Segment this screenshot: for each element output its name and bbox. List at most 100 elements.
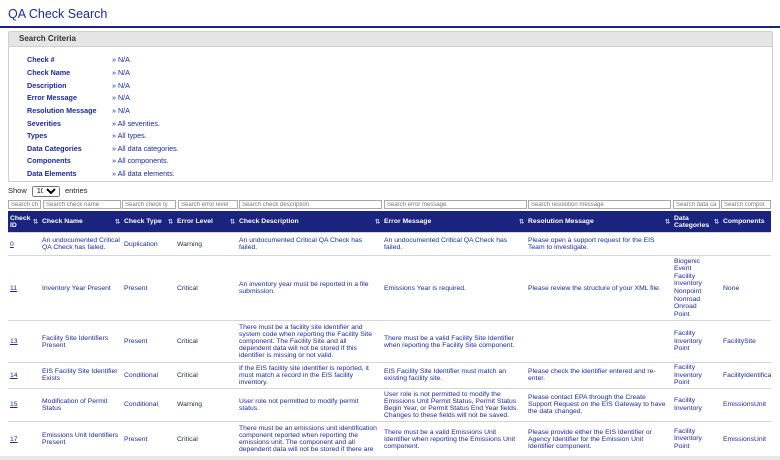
cell-desc: If the EIS facility site identifier is r… — [237, 362, 382, 389]
category-item: Nonroad — [674, 295, 701, 303]
show-label: Show — [8, 186, 27, 195]
cell-level: Critical — [175, 362, 237, 389]
entries-per-page-select[interactable]: 10 — [31, 186, 60, 197]
cell-level: Warning — [175, 387, 237, 422]
cell-comp — [721, 232, 771, 256]
category-item: Inventory — [674, 280, 702, 288]
table-row[interactable]: 14 EIS Facility Site Identifier Exists Con… — [8, 362, 771, 389]
category-item: Onroad — [674, 303, 697, 311]
header-label: Resolution Message — [528, 218, 594, 225]
cell-id: 11 — [8, 255, 40, 321]
cell-res: Please open a support request for the EI… — [526, 232, 672, 256]
sort-icon[interactable]: ⇅ — [519, 218, 524, 225]
th-components[interactable]: Components — [721, 211, 771, 233]
cell-type: Present — [122, 420, 175, 457]
table-row[interactable]: 17 Emissions Unit Identifiers Present Pres… — [8, 420, 771, 457]
sort-icon[interactable]: ⇅ — [168, 218, 173, 225]
cell-err: User role is not permitted to modify the… — [382, 387, 526, 422]
error-level-filter[interactable] — [178, 200, 238, 209]
cell-desc: An undocumented Critical QA Check has fa… — [237, 232, 382, 256]
cell-desc: There must be a facility site identifier… — [237, 320, 382, 363]
cell-type: Present — [122, 255, 175, 321]
cell-name: Emissions Unit Identifiers Present — [40, 420, 122, 457]
cell-cats: Facility Inventory Point — [672, 320, 721, 363]
check-type-filter[interactable] — [122, 200, 176, 209]
cell-name: Facility Site Identifiers Present — [40, 320, 122, 363]
check-description-filter[interactable] — [239, 200, 382, 209]
page-length-control: Show 10 entries — [8, 185, 87, 197]
criteria-label: Check Name — [27, 68, 71, 77]
title-divider — [0, 26, 780, 28]
category-item: Event — [674, 265, 692, 273]
criteria-value: » All data categories. — [112, 144, 179, 153]
cell-level: Critical — [175, 320, 237, 363]
check-id-link[interactable]: 15 — [10, 401, 18, 408]
check-id-link[interactable]: 14 — [10, 372, 18, 379]
check-id-link[interactable]: 0 — [10, 241, 14, 248]
components-filter[interactable] — [721, 200, 771, 209]
data-categories-filter[interactable] — [673, 200, 720, 209]
sort-icon[interactable]: ⇅ — [230, 218, 235, 225]
th-error-level[interactable]: Error Level ⇅ — [175, 211, 237, 233]
table-row[interactable]: 0 An undocumented Critical QA Check has f… — [8, 232, 771, 256]
cell-level: Warning — [175, 232, 237, 256]
th-check-name[interactable]: Check Name ⇅ — [40, 211, 122, 233]
th-check-description[interactable]: Check Description ⇅ — [237, 211, 382, 233]
table-row[interactable]: 11 Inventory Year Present Present Critical A… — [8, 255, 771, 321]
check-id-link[interactable]: 13 — [10, 338, 18, 345]
search-criteria-header: Search Criteria — [9, 32, 772, 47]
header-label: Check Description — [239, 218, 299, 225]
cell-id: 17 — [8, 420, 40, 457]
th-data-categories[interactable]: Data Categories ⇅ — [672, 211, 721, 233]
category-item: Facility — [674, 272, 696, 280]
search-criteria-panel: Search Criteria Check # » N/A Check Name » … — [8, 31, 773, 182]
table-row[interactable]: 13 Facility Site Identifiers Present Prese… — [8, 320, 771, 363]
criteria-value: » All data elements. — [112, 169, 175, 178]
th-error-message[interactable]: Error Message ⇅ — [382, 211, 526, 233]
check-name-filter[interactable] — [43, 200, 121, 209]
table-row[interactable]: 15 Modification of Permit Status Condition… — [8, 387, 771, 422]
sort-icon[interactable]: ⇅ — [33, 218, 38, 225]
cell-res: Please provide either the EIS Identifier… — [526, 420, 672, 457]
horizontal-scrollbar[interactable] — [0, 456, 780, 460]
check-id-link[interactable]: 17 — [10, 436, 18, 443]
sort-icon[interactable]: ⇅ — [665, 218, 670, 225]
page-title: QA Check Search — [8, 7, 108, 21]
cell-desc: An inventory year must be reported in a … — [237, 255, 382, 321]
criteria-label: Data Elements — [27, 169, 77, 178]
cell-name: An undocumented Critical QA Check has fa… — [40, 232, 122, 256]
cell-err: There must be a valid Emissions Unit Ide… — [382, 420, 526, 457]
cell-err: Emissions Year is required. — [382, 255, 526, 321]
resolution-message-filter[interactable] — [528, 200, 671, 209]
sort-icon[interactable]: ⇅ — [714, 218, 719, 225]
category-item: Point — [674, 442, 690, 450]
cell-id: 13 — [8, 320, 40, 363]
cell-cats — [672, 232, 721, 256]
criteria-label: Resolution Message — [27, 106, 97, 115]
cell-err: There must be a valid Facility Site Iden… — [382, 320, 526, 363]
th-check-type[interactable]: Check Type ⇅ — [122, 211, 175, 233]
cell-res: Please check the identifier entered and … — [526, 362, 672, 389]
cell-level: Critical — [175, 420, 237, 457]
header-label: Error Message — [384, 218, 432, 225]
check-id-link[interactable]: 11 — [10, 285, 17, 292]
th-check-id[interactable]: Check ID ⇅ — [8, 211, 40, 233]
criteria-value: » All types. — [112, 131, 147, 140]
cell-err: An undocumented Critical QA Check has fa… — [382, 232, 526, 256]
criteria-value: » N/A — [112, 68, 130, 77]
cell-res: Please review the structure of your XML … — [526, 255, 672, 321]
check-id-filter[interactable] — [8, 200, 41, 209]
qa-check-table: Check ID ⇅ Check Name ⇅ Check Type ⇅ Error Lev… — [8, 211, 771, 457]
cell-err: EIS Facility Site Identifier must match … — [382, 362, 526, 389]
cell-cats: Facility Inventory — [672, 387, 721, 422]
error-message-filter[interactable] — [384, 200, 527, 209]
category-item: Inventory — [674, 337, 702, 345]
cell-type: Present — [122, 320, 175, 363]
sort-icon[interactable]: ⇅ — [375, 218, 380, 225]
header-label: Components — [723, 218, 765, 225]
cell-comp: FacilitySite — [721, 320, 771, 363]
cell-comp: FacilityIdentifica — [721, 362, 771, 389]
category-item: Inventory — [674, 435, 702, 443]
sort-icon[interactable]: ⇅ — [115, 218, 120, 225]
th-resolution-message[interactable]: Resolution Message ⇅ — [526, 211, 672, 233]
